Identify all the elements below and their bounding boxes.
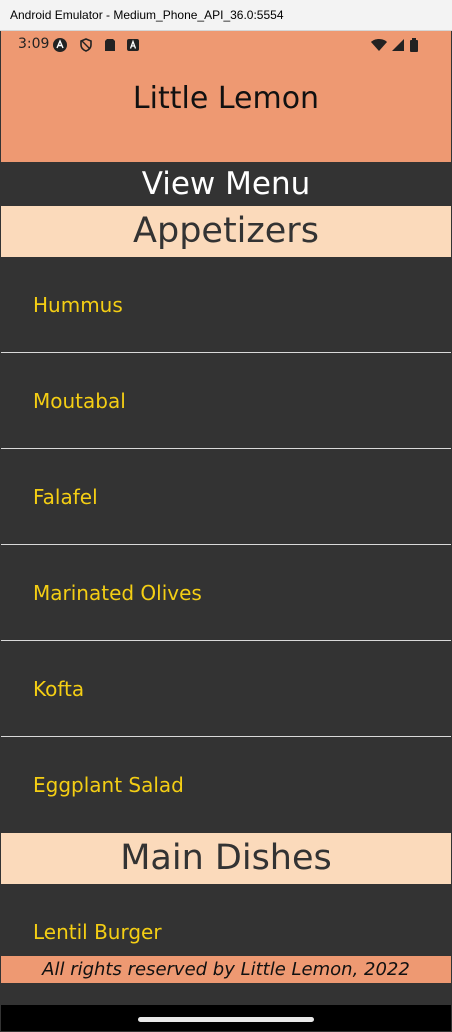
gesture-navigation-bar [1,1005,451,1031]
bottom-spacer [1,983,451,1005]
app-footer: All rights reserved by Little Lemon, 202… [1,956,451,983]
menu-item-label: Kofta [33,677,85,701]
view-menu-heading: View Menu [141,166,311,202]
sim-card-icon [103,37,117,51]
android-studio-icon [53,37,67,52]
section-header-main-dishes: Main Dishes [1,833,451,884]
shield-icon [79,37,93,52]
section-header-appetizers: Appetizers [1,206,451,257]
menu-item-label: Falafel [33,485,98,509]
window-title: Android Emulator - Medium_Phone_API_36.0… [10,8,284,22]
battery-icon [409,37,419,52]
text-a-icon [126,37,140,51]
wifi-icon [371,37,387,51]
emulator-window: Android Emulator - Medium_Phone_API_36.0… [0,0,452,1032]
status-time: 3:09 [18,36,50,52]
menu-item-lentil-burger[interactable]: Lentil Burger [1,884,451,956]
menu-item-label: Hummus [33,293,123,317]
menu-item-falafel[interactable]: Falafel [1,449,451,545]
cell-signal-icon [391,37,405,51]
phone-screen: 3:09 Little Lemon View Menu Appetizers H… [1,31,451,1031]
status-bar: 3:09 [1,31,451,57]
menu-item-label: Lentil Burger [33,920,162,944]
menu-item-hummus[interactable]: Hummus [1,257,451,353]
menu-item-label: Marinated Olives [33,581,202,605]
menu-item-label: Moutabal [33,389,126,413]
home-gesture-handle[interactable] [138,1017,314,1022]
menu-item-label: Eggplant Salad [33,773,184,797]
app-title: Little Lemon [132,81,320,116]
menu-section-list[interactable]: Appetizers Hummus Moutabal Falafel Marin… [1,206,451,956]
menu-item-eggplant-salad[interactable]: Eggplant Salad [1,737,451,833]
menu-item-moutabal[interactable]: Moutabal [1,353,451,449]
menu-item-marinated-olives[interactable]: Marinated Olives [1,545,451,641]
emulator-title-bar: Android Emulator - Medium_Phone_API_36.0… [0,0,452,31]
app-header: 3:09 Little Lemon [1,31,451,162]
menu-item-kofta[interactable]: Kofta [1,641,451,737]
